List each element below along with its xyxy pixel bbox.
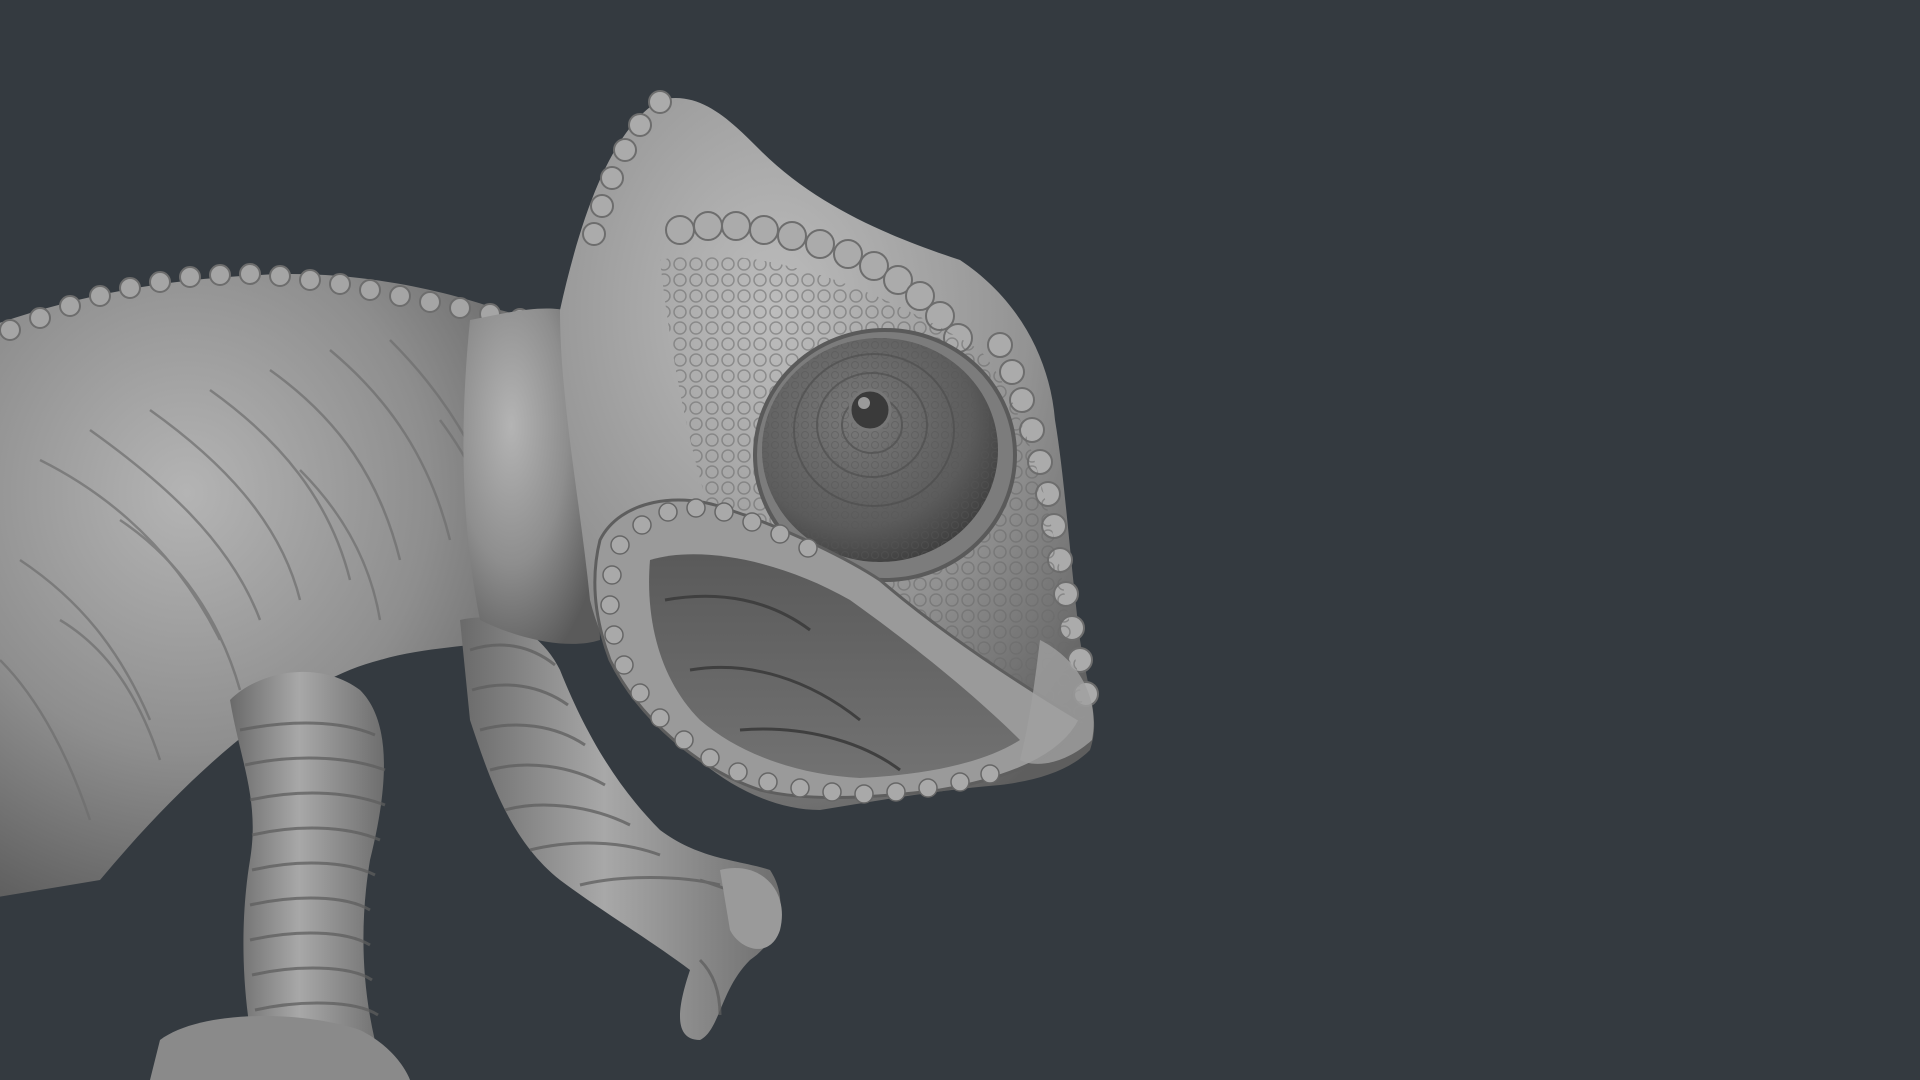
chameleon-render: [0, 90, 1099, 1080]
sculpt-viewport[interactable]: [0, 0, 1920, 1080]
eye-pupil-highlight: [858, 397, 870, 409]
eye-pupil: [848, 388, 892, 432]
